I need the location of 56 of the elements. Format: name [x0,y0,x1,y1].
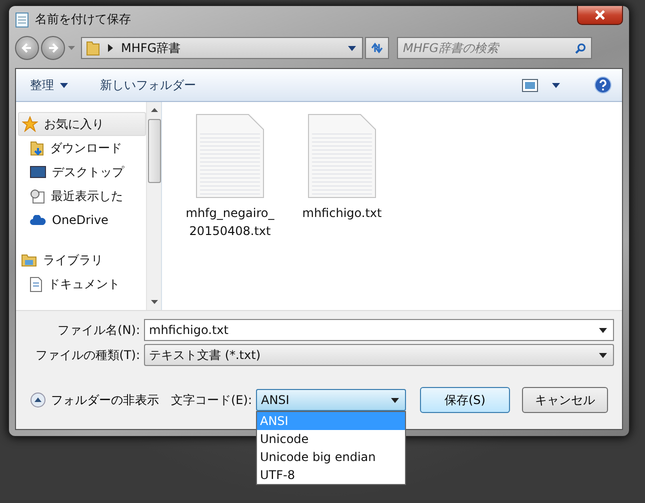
dropdown-option[interactable]: UTF-8 [257,466,405,484]
file-name[interactable]: mhfg_negairo_20150408.txt [184,204,276,240]
address-bar[interactable]: MHFG辞書 [81,37,363,59]
chevron-icon [108,44,113,52]
dropdown-option[interactable]: Unicode [257,430,405,448]
help-icon[interactable] [594,76,612,94]
back-arrow-icon [21,42,33,54]
file-type-dropdown[interactable]: テキスト文書 (*.txt) [144,344,614,366]
save-button[interactable]: 保存(S) [420,387,510,413]
new-folder-button[interactable]: 新しいフォルダー [100,74,204,96]
document-icon [30,276,42,292]
window-title: 名前を付けて保存 [35,11,131,28]
field-label: ファイル名(N): [56,322,141,338]
organize-button[interactable]: 整理 [30,74,76,96]
field-label: 文字コード(E): [171,392,252,408]
folder-icon [30,140,44,156]
caret-icon[interactable] [552,82,560,88]
forward-arrow-icon [47,42,59,54]
refresh-button[interactable] [365,37,389,59]
cancel-button[interactable]: キャンセル [522,387,608,413]
hide-folders-button[interactable]: フォルダーの非表示 [30,392,159,408]
notepad-icon [15,12,29,28]
cloud-icon [30,215,46,225]
caret-icon [599,352,607,358]
sidebar-item[interactable]: ドキュメント [16,272,146,296]
view-icon[interactable] [522,78,538,92]
caret-icon[interactable] [348,46,356,50]
folder-icon [21,253,37,267]
scrollbar[interactable] [146,102,161,310]
scroll-down-icon[interactable] [150,300,158,304]
scroll-up-icon[interactable] [150,108,158,112]
sidebar-item[interactable]: ダウンロード [16,136,146,160]
file-name[interactable]: mhfichigo.txt [296,204,388,222]
sidebar-item[interactable]: 最近表示した [16,184,146,208]
close-button[interactable] [577,6,623,25]
search-icon [575,43,586,54]
star-icon [22,116,38,132]
encoding-dropdown[interactable]: ANSI [256,389,406,411]
sidebar-item[interactable]: OneDrive [16,208,146,232]
field-label: ファイルの種類(T): [34,346,141,364]
search-field[interactable]: MHFG辞書の検索 [397,37,592,59]
caret-icon [391,398,399,402]
dropdown-option[interactable]: Unicode big endian [257,448,405,466]
caret-icon [60,82,68,88]
close-icon [594,10,606,20]
file-name-field[interactable]: mhfichigo.txt [144,319,614,341]
forward-button[interactable] [41,36,65,60]
sidebar-group[interactable]: お気に入り [18,112,146,136]
back-button[interactable] [15,36,39,60]
clock-document-icon [30,188,45,204]
folder-icon [86,40,100,56]
refresh-icon [370,42,384,54]
monitor-icon [30,166,46,178]
sidebar-item[interactable]: デスクトップ [16,160,146,184]
sidebar-group[interactable]: ライブラリ [18,248,146,272]
caret-icon [599,328,607,332]
